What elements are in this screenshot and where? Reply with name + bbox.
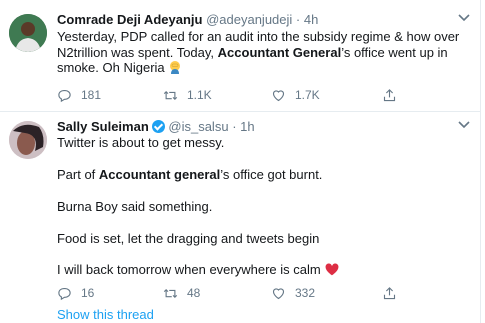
tweet-line: Food is set, let the dragging and tweets…	[57, 231, 320, 246]
retweet-count: 48	[187, 286, 201, 300]
share-icon	[383, 88, 396, 101]
timestamp[interactable]: 1h	[240, 119, 254, 134]
tweet-header: Comrade Deji Adeyanju @adeyanjudeji · 4h	[57, 12, 471, 28]
reply-count: 16	[81, 286, 95, 300]
display-name[interactable]: Sally Suleiman	[57, 119, 149, 134]
avatar[interactable]	[9, 14, 47, 52]
separator-dot: ·	[232, 119, 237, 134]
retweet-button[interactable]: 48	[163, 285, 200, 301]
tweet-header: Sally Suleiman @is_salsu · 1h	[57, 119, 471, 135]
tweet-actions: 181 1.1K 1.7K	[57, 87, 457, 103]
like-count: 332	[295, 286, 316, 300]
retweet-icon	[163, 288, 178, 298]
tweet[interactable]: Sally Suleiman @is_salsu · 1h Twitter is…	[0, 112, 481, 323]
tweet-line: Twitter is about to get messy.	[57, 135, 225, 150]
caret-down-icon[interactable]	[457, 13, 471, 23]
retweet-icon	[163, 90, 178, 100]
avatar[interactable]	[9, 121, 47, 159]
tweet-text-part: ’s office got burnt.	[220, 167, 323, 182]
verified-badge-icon	[151, 120, 165, 133]
red-heart-emoji	[325, 263, 339, 276]
like-button[interactable]: 332	[271, 285, 315, 301]
tweet-text-bold: Accountant General	[217, 44, 342, 60]
share-button[interactable]	[382, 87, 406, 103]
tweet-line: I will back tomorrow when everywhere is …	[57, 262, 339, 278]
reply-count: 181	[81, 88, 102, 102]
caret-down-icon[interactable]	[457, 120, 471, 130]
tweet-text-bold: Accountant general	[98, 167, 221, 182]
like-icon	[272, 287, 285, 299]
share-icon	[383, 286, 396, 299]
tweet[interactable]: Comrade Deji Adeyanju @adeyanjudeji · 4h…	[0, 0, 481, 112]
retweet-count: 1.1K	[187, 88, 212, 102]
user-handle[interactable]: @is_salsu	[168, 119, 228, 134]
timestamp[interactable]: 4h	[304, 12, 318, 27]
user-handle[interactable]: @adeyanjudeji	[206, 12, 292, 27]
timeline: Comrade Deji Adeyanju @adeyanjudeji · 4h…	[0, 0, 481, 323]
reply-button[interactable]: 181	[57, 87, 101, 103]
like-button[interactable]: 1.7K	[271, 87, 320, 103]
display-name[interactable]: Comrade Deji Adeyanju	[57, 12, 202, 27]
reply-button[interactable]: 16	[57, 285, 94, 301]
share-button[interactable]	[382, 285, 406, 301]
tweet-line: Part of Accountant general’s office got …	[57, 167, 322, 183]
reply-icon	[58, 287, 71, 300]
retweet-button[interactable]: 1.1K	[163, 87, 212, 103]
separator-dot: ·	[295, 12, 301, 27]
show-thread-link[interactable]: Show this thread	[57, 307, 154, 322]
tweet-actions: 16 48 332	[57, 285, 457, 301]
face-palm-emoji	[168, 60, 182, 74]
tweet-text: Yesterday, PDP called for an audit into …	[57, 29, 467, 76]
like-icon	[272, 89, 285, 101]
tweet-text-part: I will back tomorrow when everywhere is …	[57, 262, 321, 277]
reply-icon	[58, 89, 71, 102]
tweet-text-part: Part of	[57, 167, 99, 182]
like-count: 1.7K	[295, 88, 320, 102]
tweet-line: Burna Boy said something.	[57, 199, 213, 214]
